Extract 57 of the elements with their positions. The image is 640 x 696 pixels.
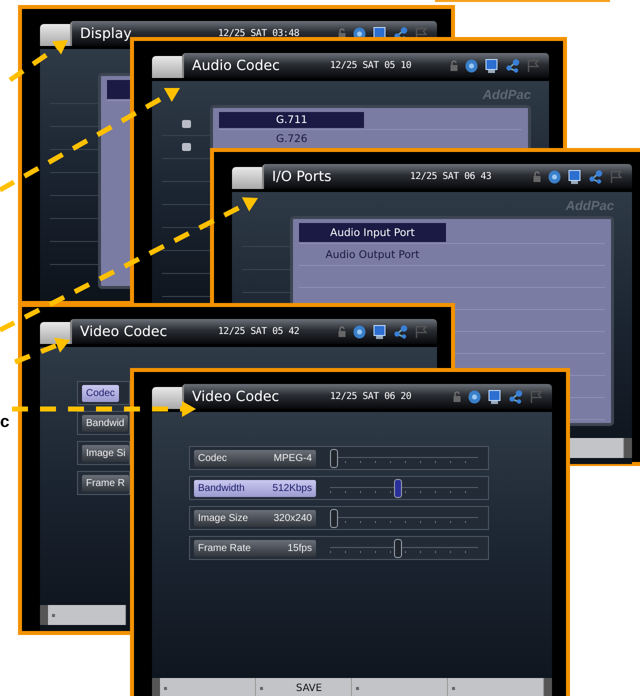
dashed-arrow xyxy=(14,338,70,364)
date-time: 12/25 SAT 03:48 xyxy=(218,28,300,39)
window-title: I/O Ports xyxy=(272,168,332,184)
save-button[interactable]: SAVE xyxy=(267,682,351,694)
monitor-icon xyxy=(568,170,581,184)
network-icon xyxy=(393,324,408,338)
slider-thumb[interactable] xyxy=(330,449,338,468)
setting-label[interactable]: Image Size 320x240 xyxy=(194,510,316,526)
slider-thumb[interactable] xyxy=(394,479,402,498)
monitor-icon xyxy=(488,390,501,404)
monitor-icon xyxy=(373,324,386,338)
date-time: 12/25 SAT 06 43 xyxy=(410,171,492,182)
slider-thumb[interactable] xyxy=(394,539,402,558)
flag-icon xyxy=(527,59,539,72)
setting-label[interactable]: Frame R xyxy=(82,474,129,492)
bullet-icon xyxy=(164,686,167,690)
flag-icon xyxy=(415,27,427,40)
lock-icon xyxy=(453,391,461,402)
window-title: Display xyxy=(80,26,133,42)
button-bar xyxy=(570,438,632,458)
setting-label[interactable]: Bandwid xyxy=(82,414,128,432)
window-title: Audio Codec xyxy=(192,58,281,74)
window-title: Video Codec xyxy=(80,324,168,340)
bullet-icon xyxy=(260,686,263,690)
list-item[interactable]: Audio Input Port xyxy=(299,223,446,242)
speaker-icon xyxy=(353,324,366,338)
flag-icon xyxy=(530,390,542,403)
list-item[interactable]: Audio Output Port xyxy=(299,245,446,264)
flag-icon xyxy=(610,170,622,183)
bullet-icon xyxy=(356,686,359,690)
setting-label[interactable]: Codec MPEG-4 xyxy=(194,450,316,466)
date-time: 12/25 SAT 05 42 xyxy=(218,326,300,337)
network-icon xyxy=(588,170,603,184)
bullet-icon xyxy=(452,686,455,690)
setting-label[interactable]: Codec xyxy=(82,384,119,402)
slider-thumb[interactable] xyxy=(330,509,338,528)
dashed-arrow xyxy=(8,40,68,82)
edge-label: c xyxy=(0,412,10,432)
network-icon xyxy=(505,58,520,72)
setting-label[interactable]: Bandwidth 512Kbps xyxy=(194,480,316,496)
setting-label[interactable]: Image Si xyxy=(82,444,130,462)
setting-label[interactable]: Frame Rate 15fps xyxy=(194,540,316,556)
monitor-icon xyxy=(485,58,498,72)
flag-icon xyxy=(415,325,427,338)
network-icon xyxy=(508,390,523,404)
lock-icon xyxy=(338,326,346,337)
lock-icon xyxy=(450,60,458,71)
window-title: Video Codec xyxy=(192,388,280,404)
speaker-icon xyxy=(548,170,561,184)
speaker-icon xyxy=(468,390,481,404)
list-item[interactable]: G.711 xyxy=(219,112,364,128)
bullet-icon xyxy=(52,614,55,616)
date-time: 12/25 SAT 06 20 xyxy=(330,391,412,402)
list-item[interactable]: G.726 xyxy=(219,131,364,147)
lock-icon xyxy=(533,171,541,182)
speaker-icon xyxy=(465,58,478,72)
date-time: 12/25 SAT 05 10 xyxy=(330,60,412,71)
